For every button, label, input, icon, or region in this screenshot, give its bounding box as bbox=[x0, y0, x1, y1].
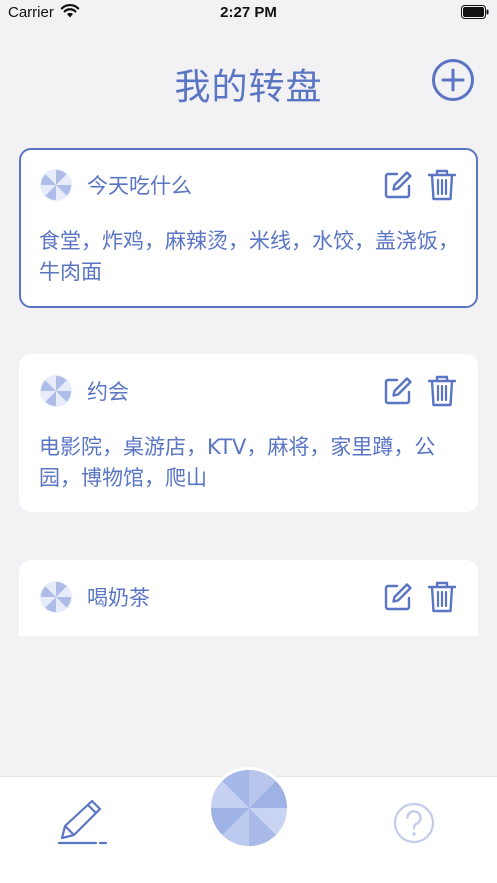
question-circle-icon[interactable] bbox=[392, 801, 436, 845]
trash-icon[interactable] bbox=[427, 374, 457, 408]
wheel-card[interactable]: 喝奶茶 bbox=[19, 560, 478, 636]
home-indicator bbox=[168, 869, 328, 874]
wheel-options: 食堂，炸鸡，麻辣烫，米线，水饺，盖浇饭，牛肉面 bbox=[39, 229, 459, 284]
tab-bar bbox=[0, 767, 497, 883]
spin-wheel-button[interactable] bbox=[208, 767, 290, 849]
spin-wheel-icon bbox=[210, 769, 288, 847]
wheel-icon bbox=[40, 581, 72, 613]
status-bar: Carrier 2:27 PM bbox=[0, 0, 497, 26]
trash-icon[interactable] bbox=[427, 580, 457, 614]
wheel-card[interactable]: 今天吃什么 食堂，炸鸡，麻辣烫，米线，水饺，盖浇饭，牛肉面 bbox=[19, 148, 478, 308]
edit-icon[interactable] bbox=[383, 582, 413, 612]
add-wheel-button[interactable] bbox=[431, 58, 475, 102]
edit-icon[interactable] bbox=[383, 170, 413, 200]
page-title: 我的转盘 bbox=[174, 67, 323, 108]
pencil-icon[interactable] bbox=[56, 797, 112, 845]
edit-icon[interactable] bbox=[383, 376, 413, 406]
wheel-icon bbox=[40, 375, 72, 407]
wheel-icon bbox=[40, 169, 72, 201]
wheel-title: 喝奶茶 bbox=[87, 586, 150, 610]
nav-bar: 我的转盘 bbox=[0, 50, 497, 110]
status-time: 2:27 PM bbox=[220, 4, 277, 21]
battery-icon bbox=[461, 5, 489, 19]
wheel-options: 电影院，桌游店，KTV，麻将，家里蹲，公园，博物馆，爬山 bbox=[39, 435, 436, 490]
wheel-title: 约会 bbox=[87, 380, 129, 404]
wheel-title: 今天吃什么 bbox=[87, 174, 192, 198]
wheel-card[interactable]: 约会 电影院，桌游店，KTV，麻将，家里蹲，公园，博物馆，爬山 bbox=[19, 354, 478, 512]
trash-icon[interactable] bbox=[427, 168, 457, 202]
